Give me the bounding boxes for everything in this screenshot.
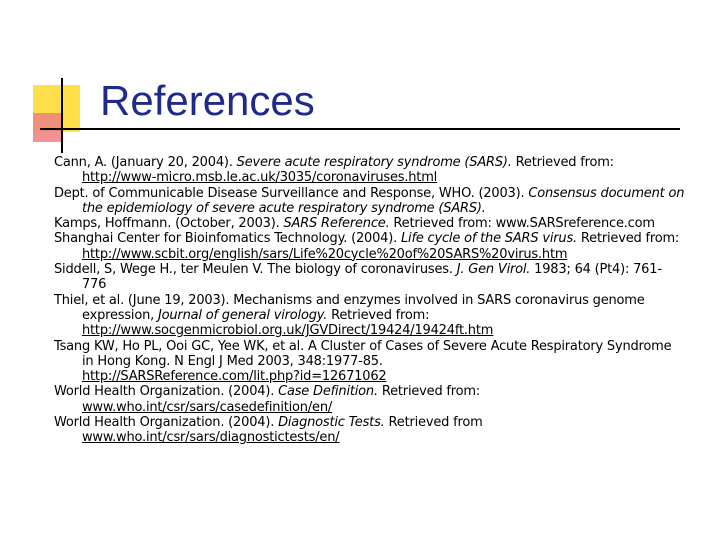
reference-link[interactable]: http://SARSReference.com/lit.php?id=1267… xyxy=(82,369,686,384)
reference-text: Retrieved from: xyxy=(576,231,680,247)
reference-title: Diagnostic Tests. xyxy=(278,415,385,431)
reference-text: Dept. of Communicable Disease Surveillan… xyxy=(54,185,529,201)
title-underline xyxy=(40,128,680,130)
reference-link[interactable]: http://www.scbit.org/english/sars/Life%2… xyxy=(82,247,686,262)
reference-title: Severe acute respiratory syndrome (SARS)… xyxy=(236,155,512,170)
reference-text: Retrieved from: xyxy=(327,307,430,323)
reference-text: World Health Organization. (2004). xyxy=(54,415,279,431)
reference-item: Shanghai Center for Bioinfomatics Techno… xyxy=(54,231,686,262)
reference-text: Retrieved from: www.SARSreference.com xyxy=(389,216,655,232)
reference-item: Kamps, Hoffmann. (October, 2003). SARS R… xyxy=(54,216,686,231)
reference-text: World Health Organization. (2004). xyxy=(54,384,279,400)
reference-title: SARS Reference. xyxy=(283,216,390,232)
reference-title: Life cycle of the SARS virus. xyxy=(400,231,577,247)
reference-item: Siddell, S, Wege H., ter Meulen V. The b… xyxy=(54,262,686,293)
reference-title: J. Gen Virol. xyxy=(456,262,531,278)
reference-item: Dept. of Communicable Disease Surveillan… xyxy=(54,186,686,217)
reference-text: Tsang KW, Ho PL, Ooi GC, Yee WK, et al. … xyxy=(54,338,672,369)
references-list: Cann, A. (January 20, 2004). Severe acut… xyxy=(54,155,686,446)
reference-text: Retrieved from xyxy=(384,415,483,431)
reference-text: Shanghai Center for Bioinfomatics Techno… xyxy=(54,231,401,247)
reference-item: World Health Organization. (2004). Case … xyxy=(54,384,686,415)
reference-text: Siddell, S, Wege H., ter Meulen V. The b… xyxy=(54,262,457,278)
reference-item: World Health Organization. (2004). Diagn… xyxy=(54,415,686,446)
reference-item: Tsang KW, Ho PL, Ooi GC, Yee WK, et al. … xyxy=(54,339,686,385)
reference-text: Retrieved from: xyxy=(377,384,481,400)
reference-item: Thiel, et al. (June 19, 2003). Mechanism… xyxy=(54,293,686,339)
reference-link[interactable]: http://www-micro.msb.le.ac.uk/3035/coron… xyxy=(82,170,686,185)
reference-title: Journal of general virology. xyxy=(158,307,328,323)
reference-text: Cann, A. (January 20, 2004). xyxy=(54,155,237,170)
reference-item: Cann, A. (January 20, 2004). Severe acut… xyxy=(54,155,686,186)
reference-link[interactable]: http://www.socgenmicrobiol.org.uk/JGVDir… xyxy=(82,323,686,338)
decorative-vertical-line xyxy=(61,78,63,153)
slide-title: References xyxy=(100,77,315,124)
reference-link[interactable]: www.who.int/csr/sars/diagnostictests/en/ xyxy=(82,430,686,445)
reference-title: Case Definition. xyxy=(278,384,378,400)
reference-link[interactable]: www.who.int/csr/sars/casedefinition/en/ xyxy=(82,400,686,415)
reference-text: Kamps, Hoffmann. (October, 2003). xyxy=(54,216,284,232)
reference-text: Retrieved from: xyxy=(511,155,614,170)
